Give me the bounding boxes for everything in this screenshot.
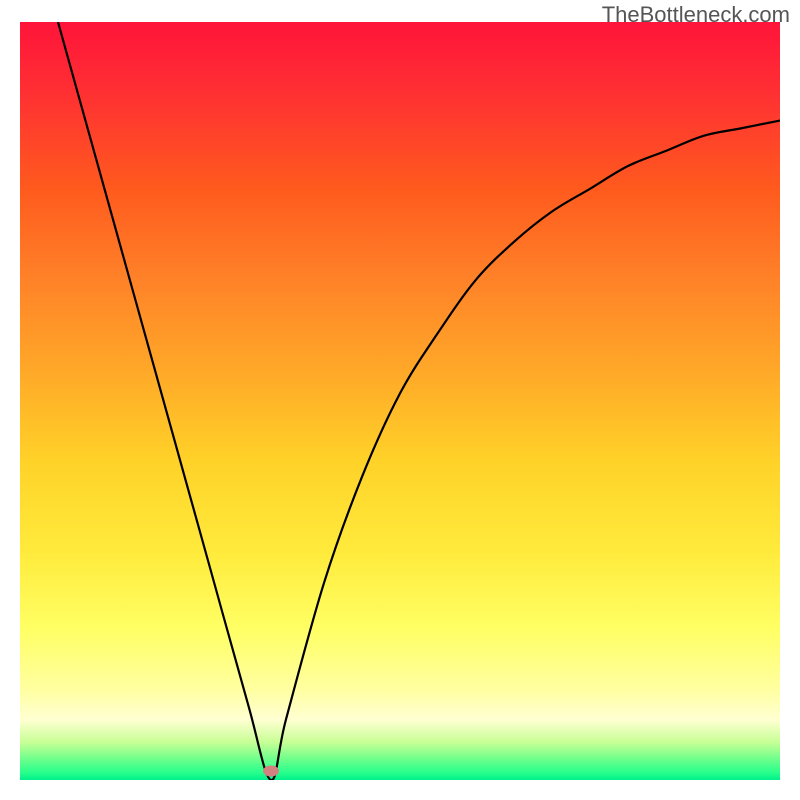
curve-svg [20,22,780,780]
chart-container: TheBottleneck.com [0,0,800,800]
plot-area [20,22,780,780]
bottleneck-curve-path [58,22,780,780]
minimum-marker [263,765,279,776]
